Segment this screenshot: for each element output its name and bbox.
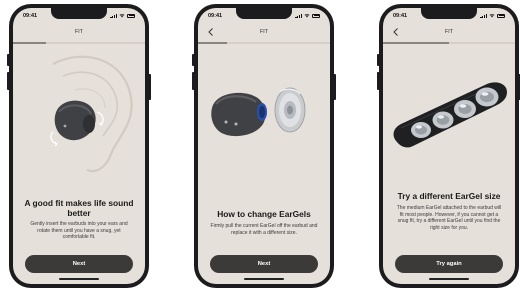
signal-icon [480, 13, 487, 18]
progress-track [13, 42, 145, 44]
phone-notch [51, 8, 107, 19]
progress-track [383, 42, 515, 44]
earbud-illustration [211, 92, 267, 137]
phone-volume-button [7, 72, 10, 90]
next-button[interactable]: Next [25, 255, 133, 273]
next-button[interactable]: Next [210, 255, 318, 273]
phone-notch [236, 8, 292, 19]
eargel-tray-illustration [393, 82, 507, 148]
status-time: 09:41 [208, 12, 223, 19]
screen-title: A good fit makes life sound better [24, 198, 134, 218]
nav-bar: FIT [13, 25, 145, 39]
home-indicator [429, 278, 469, 280]
battery-icon [497, 13, 505, 18]
ear-fit-illustration [50, 55, 133, 173]
signal-icon [295, 13, 302, 18]
screen-description: The medium EarGel attached to the earbud… [396, 205, 502, 231]
signal-icon [110, 13, 117, 18]
phone-volume-button [192, 54, 195, 66]
nav-bar: FIT [198, 25, 330, 39]
eargel-illustration [274, 87, 306, 133]
nav-title: FIT [444, 29, 454, 35]
screen-description: Gently insert the earbuds into your ears… [30, 221, 128, 241]
progress-fill [383, 42, 449, 44]
chevron-left-icon[interactable] [207, 27, 215, 37]
battery-icon [312, 13, 320, 18]
screen-title: Try a different EarGel size [397, 191, 501, 201]
phone-notch [421, 8, 477, 19]
wifi-icon [119, 14, 125, 18]
phone-screen-2: 09:41 FIT How to change EarGels Firmly p… [192, 4, 336, 288]
eargel-medium [432, 111, 454, 129]
eargel-extra-large [475, 87, 499, 107]
eargel-small [411, 122, 431, 138]
screen-description: Firmly pull the current EarGel off the e… [210, 223, 318, 236]
phone-volume-button [377, 54, 380, 66]
nav-title: FIT [259, 29, 269, 35]
phone-screen-1: 09:41 FIT A good fit makes life sound be… [7, 4, 151, 288]
phone-volume-button [192, 72, 195, 90]
app-screen: 09:41 FIT [13, 8, 145, 284]
earbud-illustration [54, 100, 96, 141]
phone-volume-button [377, 72, 380, 90]
wifi-icon [304, 14, 310, 18]
wifi-icon [489, 14, 495, 18]
try-again-button[interactable]: Try again [395, 255, 503, 273]
app-screen: 09:41 FIT [198, 8, 330, 284]
screen-title: How to change EarGels [217, 209, 311, 219]
chevron-left-icon[interactable] [392, 27, 400, 37]
change-eargel-illustration [211, 87, 306, 137]
nav-title: FIT [74, 29, 84, 35]
phone-power-button [333, 74, 336, 100]
phone-volume-button [7, 54, 10, 66]
progress-fill [13, 42, 46, 44]
status-time: 09:41 [393, 12, 408, 19]
status-time: 09:41 [23, 12, 38, 19]
phone-power-button [148, 74, 151, 100]
battery-icon [127, 13, 135, 18]
app-screen: 09:41 FIT [383, 8, 515, 284]
progress-fill [198, 42, 228, 44]
home-indicator [59, 278, 99, 280]
rotate-arrow-icon [50, 131, 58, 145]
nav-bar: FIT [383, 25, 515, 39]
eargel-large [454, 100, 476, 118]
phone-screen-3: 09:41 FIT Try a different EarGel size Th… [377, 4, 520, 288]
progress-track [198, 42, 330, 44]
home-indicator [244, 278, 284, 280]
